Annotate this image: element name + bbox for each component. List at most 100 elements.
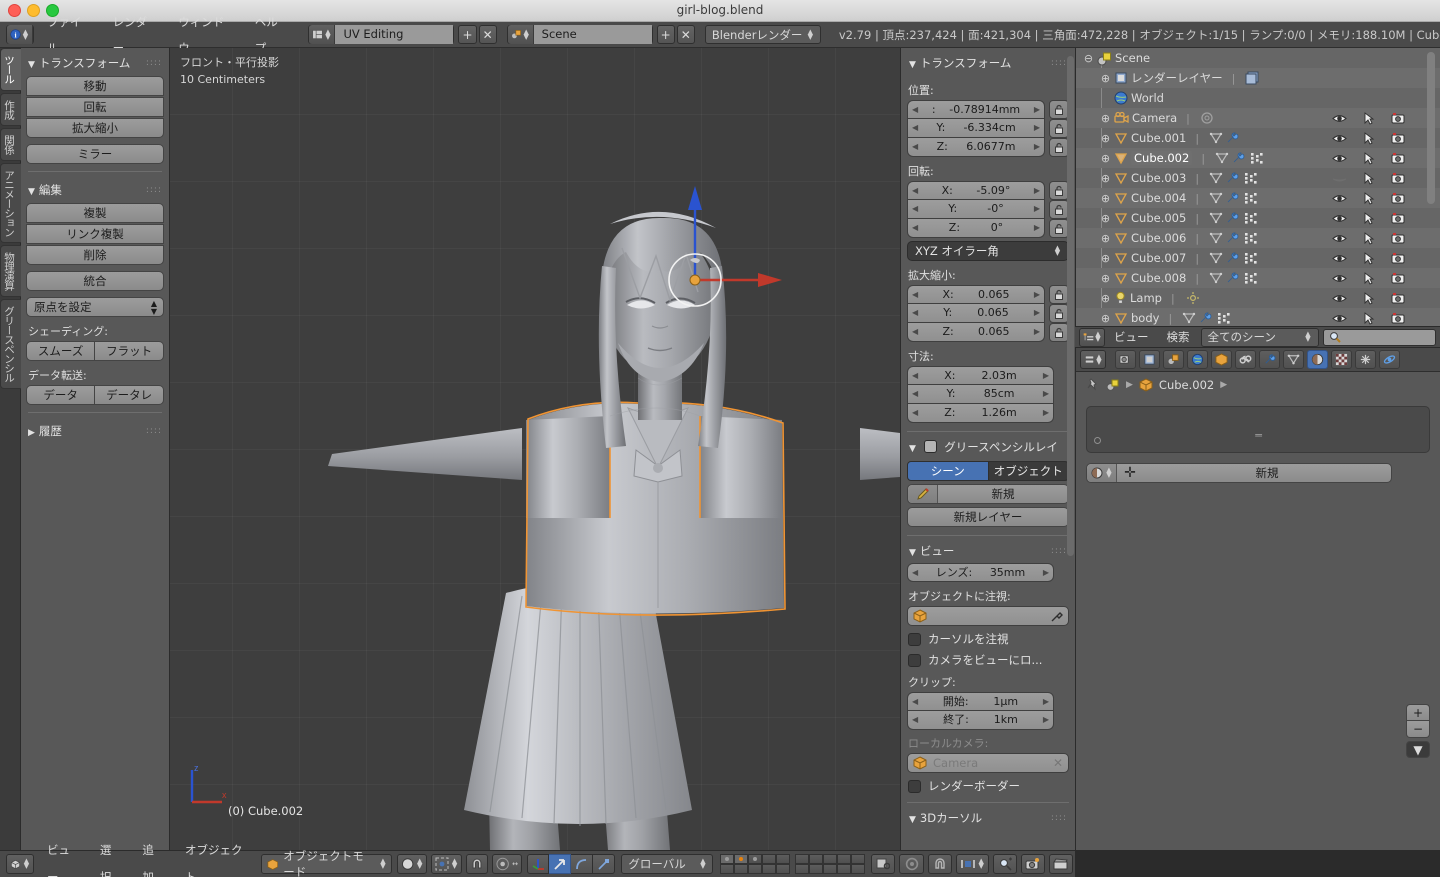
interaction-mode-dropdown[interactable]: オブジェクトモード ▲ ▼ [260, 849, 393, 877]
mesh-data-modifier-particles-icons[interactable] [1209, 231, 1261, 245]
lock-cursor-row[interactable]: カーソルを注視 [908, 631, 1068, 647]
lock-rotation-z-button[interactable] [1049, 219, 1069, 238]
lock-rotation-y-button[interactable] [1049, 200, 1069, 219]
lens-field[interactable]: ◀ レンズ: 35mm ▶ [907, 563, 1054, 582]
properties-tab-material[interactable] [1307, 350, 1328, 369]
outliner-scrollbar[interactable] [1427, 52, 1435, 204]
rotation-mode-dropdown[interactable]: XYZ オイラー角 ▲ ▼ [907, 241, 1069, 261]
tool-move-button[interactable]: 移動 [26, 76, 164, 96]
tab-physics[interactable]: 物理演算 [0, 245, 21, 297]
mesh-data-modifier-particles-icons[interactable] [1215, 151, 1267, 165]
scale-y-field[interactable]: ◀ Y: 0.065 ▶ [907, 304, 1045, 323]
render-border-checkbox[interactable] [908, 779, 921, 793]
viewport-menu-select[interactable]: 選択 [89, 837, 132, 877]
translate-manipulator[interactable] [500, 108, 820, 338]
outliner-display-mode-dropdown[interactable]: 全てのシーン ▲ ▼ [1200, 327, 1319, 347]
layer-cell-20[interactable] [851, 864, 866, 874]
tool-rotate-button[interactable]: 回転 [26, 97, 164, 117]
tool-delete-button[interactable]: 削除 [26, 245, 164, 265]
material-browse-icon[interactable]: ▲ ▼ [1087, 464, 1117, 482]
lock-location-x-button[interactable] [1049, 100, 1069, 119]
properties-tab-constraints[interactable] [1235, 350, 1256, 369]
layer-cell-5[interactable] [776, 854, 791, 864]
n-transform-panel-header[interactable]: ▼ トランスフォーム :::: [907, 52, 1069, 76]
rotate-manipulator-button[interactable] [571, 854, 594, 874]
lock-layers-to-scene-button[interactable] [871, 854, 896, 874]
grease-pencil-panel-header[interactable]: ▼ グリースペンシルレイ [907, 436, 1069, 457]
manipulator-toggle-button[interactable] [527, 854, 550, 874]
rotation-z-field[interactable]: ◀ Z: 0° ▶ [907, 219, 1045, 238]
outliner-search-input[interactable] [1322, 328, 1436, 346]
tab-create[interactable]: 作成 [0, 92, 21, 126]
outliner-row[interactable]: ⊕ Cube.006 | [1076, 228, 1440, 248]
delete-screen-layout-button[interactable]: ✕ [478, 25, 497, 44]
outliner-row[interactable]: World [1076, 88, 1440, 108]
tool-join-button[interactable]: 統合 [26, 271, 164, 291]
edit-panel-header[interactable]: ▼ 編集 :::: [26, 179, 164, 203]
viewport-menu-add[interactable]: 追加 [131, 837, 174, 877]
restrict-render-icon[interactable] [1391, 272, 1406, 285]
tool-duplicate-button[interactable]: 複製 [26, 203, 164, 223]
restrict-render-icon[interactable] [1391, 152, 1406, 165]
outliner-item-name[interactable]: Cube.007 [1131, 251, 1186, 265]
tab-relations[interactable]: 関係 [0, 127, 21, 161]
lock-to-object-field[interactable] [907, 606, 1069, 626]
collapse-icon[interactable]: ⊖ [1082, 52, 1095, 65]
mesh-data-modifier-particles-icons[interactable] [1209, 271, 1261, 285]
layer-cell-14[interactable] [837, 854, 852, 864]
restrict-render-icon[interactable] [1391, 292, 1406, 305]
editor-type-selector-viewport[interactable]: ▲ ▼ [6, 854, 34, 874]
layer-cell-8[interactable] [748, 864, 763, 874]
restrict-render-icon[interactable] [1391, 112, 1406, 125]
restrict-view-icon[interactable] [1332, 112, 1347, 125]
layer-cell-9[interactable] [762, 864, 777, 874]
mesh-data-modifier-particles-icons[interactable] [1209, 171, 1261, 185]
restrict-render-icon[interactable] [1391, 172, 1406, 185]
layer-cell-10[interactable] [776, 864, 791, 874]
outliner-item-name[interactable]: body [1131, 311, 1159, 325]
expand-icon[interactable]: ⊕ [1099, 252, 1112, 265]
layer-cell-15[interactable] [851, 854, 866, 864]
layer-cell-18[interactable] [823, 864, 838, 874]
layer-cell-6[interactable] [720, 864, 735, 874]
lamp-data-icon[interactable] [1185, 291, 1201, 305]
location-z-field[interactable]: ◀ Z: 6.0677m ▶ [907, 138, 1045, 157]
outliner-row[interactable]: ⊕ レンダーレイヤー | [1076, 68, 1440, 88]
restrict-render-icon[interactable] [1391, 212, 1406, 225]
restrict-render-icon[interactable] [1391, 132, 1406, 145]
outliner[interactable]: ⊖ Scene ⊕ レンダーレイヤー | World ⊕ Camera | ⊕ Cube.001 |… [1075, 48, 1440, 326]
restrict-view-icon[interactable] [1332, 152, 1347, 165]
layer-cell-1[interactable] [720, 854, 735, 864]
properties-tab-modifiers[interactable] [1259, 350, 1280, 369]
layer-cell-3[interactable] [748, 854, 763, 864]
expand-icon[interactable]: ⊕ [1099, 312, 1112, 325]
outliner-item-name[interactable]: Cube.005 [1131, 211, 1186, 225]
delete-scene-button[interactable]: ✕ [676, 25, 695, 44]
expand-icon[interactable]: ⊕ [1099, 72, 1112, 85]
tool-mirror-button[interactable]: ミラー [26, 144, 164, 164]
tool-duplicate-linked-button[interactable]: リンク複製 [26, 224, 164, 244]
snap-element-dropdown[interactable]: ▲ ▼ [955, 854, 989, 874]
restrict-view-icon[interactable] [1332, 272, 1347, 285]
clip-end-field[interactable]: ◀ 終了: 1km ▶ [907, 711, 1054, 730]
properties-tab-physics[interactable] [1379, 350, 1400, 369]
layer-cell-2[interactable] [734, 854, 749, 864]
layer-cell-4[interactable] [762, 854, 777, 864]
gp-new-layer-button[interactable]: 新規レイヤー [907, 507, 1069, 527]
dimension-z-field[interactable]: ◀ Z: 1.26m ▶ [907, 404, 1054, 423]
properties-tab-world[interactable] [1187, 350, 1208, 369]
lock-scale-y-button[interactable] [1049, 304, 1069, 323]
location-x-field[interactable]: ◀: -0.78914mm ▶ [907, 100, 1045, 119]
layer-cell-11[interactable] [795, 854, 810, 864]
layer-cell-12[interactable] [809, 854, 824, 864]
snap-during-transform-toggle[interactable] [466, 854, 489, 874]
outliner-item-name[interactable]: Cube.003 [1131, 171, 1186, 185]
expand-icon[interactable]: ⊕ [1099, 292, 1112, 305]
render-engine-selector[interactable]: Blenderレンダー ▲ ▼ [704, 25, 821, 44]
outliner-item-name[interactable]: World [1131, 91, 1164, 105]
outliner-item-name[interactable]: Lamp [1130, 291, 1162, 305]
location-y-field[interactable]: ◀ Y: -6.334cm ▶ [907, 119, 1045, 138]
opengl-render-image-button[interactable] [1020, 854, 1045, 874]
lock-location-y-button[interactable] [1049, 119, 1069, 138]
editor-type-selector-outliner[interactable]: ▲ ▼ [1079, 327, 1105, 347]
